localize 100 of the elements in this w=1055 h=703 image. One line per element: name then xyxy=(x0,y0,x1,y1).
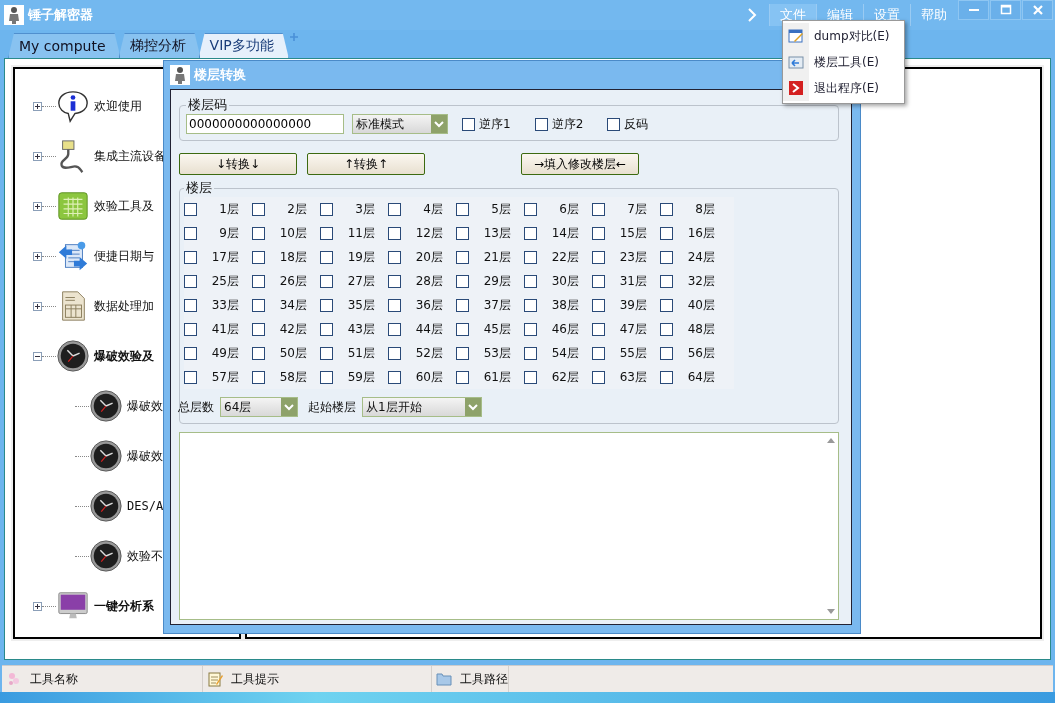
tab[interactable]: VIP多功能 xyxy=(198,33,289,58)
tree-item[interactable]: 爆破效 xyxy=(127,397,163,415)
checkbox[interactable] xyxy=(252,274,265,288)
checkbox[interactable] xyxy=(524,370,537,384)
checkbox[interactable] xyxy=(660,370,673,384)
checkbox[interactable] xyxy=(592,274,605,288)
checkbox[interactable] xyxy=(388,298,401,312)
checkbox[interactable] xyxy=(320,322,333,336)
checkbox[interactable] xyxy=(320,250,333,264)
checkbox[interactable] xyxy=(184,298,197,312)
tree-item[interactable]: DES/A xyxy=(127,499,164,513)
checkbox[interactable] xyxy=(592,226,605,240)
checkbox[interactable] xyxy=(524,250,537,264)
tab[interactable]: My compute xyxy=(8,33,121,58)
checkbox[interactable] xyxy=(660,298,673,312)
checkbox[interactable] xyxy=(184,226,197,240)
checkbox[interactable] xyxy=(524,322,537,336)
checkbox[interactable] xyxy=(388,322,401,336)
checkbox[interactable] xyxy=(456,322,469,336)
tree-item[interactable]: 数据处理加 xyxy=(94,297,154,315)
checkbox[interactable] xyxy=(184,346,197,360)
checkbox[interactable] xyxy=(456,202,469,216)
checkbox[interactable] xyxy=(456,274,469,288)
checkbox[interactable] xyxy=(252,250,265,264)
checkbox[interactable] xyxy=(184,202,197,216)
menu-entry[interactable]: 退出程序(E) xyxy=(783,75,904,101)
checkbox[interactable] xyxy=(388,370,401,384)
checkbox[interactable] xyxy=(252,226,265,240)
expand-toggle[interactable] xyxy=(33,601,42,611)
scroll-up-icon[interactable] xyxy=(827,437,835,443)
checkbox[interactable] xyxy=(592,298,605,312)
checkbox[interactable] xyxy=(456,346,469,360)
checkbox[interactable] xyxy=(388,346,401,360)
checkbox[interactable] xyxy=(320,346,333,360)
expand-toggle[interactable] xyxy=(33,101,42,111)
checkbox[interactable] xyxy=(660,250,673,264)
collapse-toggle[interactable] xyxy=(33,351,42,361)
checkbox[interactable] xyxy=(462,117,475,131)
tree-item[interactable]: 爆破效 xyxy=(127,447,163,465)
checkbox[interactable] xyxy=(388,226,401,240)
checkbox[interactable] xyxy=(660,274,673,288)
checkbox[interactable] xyxy=(252,346,265,360)
checkbox[interactable] xyxy=(592,202,605,216)
tree-item[interactable]: 效验工具及 xyxy=(94,197,154,215)
checkbox[interactable] xyxy=(456,250,469,264)
expand-toggle[interactable] xyxy=(33,301,42,311)
expand-toggle[interactable] xyxy=(33,201,42,211)
expand-toggle[interactable] xyxy=(33,251,42,261)
tree-item[interactable]: 爆破效验及 xyxy=(94,347,154,365)
total-floors-select[interactable]: 64层 xyxy=(220,397,298,417)
checkbox[interactable] xyxy=(184,370,197,384)
checkbox[interactable] xyxy=(592,250,605,264)
checkbox[interactable] xyxy=(184,250,197,264)
tree-item[interactable]: 欢迎使用 xyxy=(94,97,142,115)
checkbox[interactable] xyxy=(524,298,537,312)
checkbox[interactable] xyxy=(320,274,333,288)
checkbox[interactable] xyxy=(592,322,605,336)
tree-item[interactable]: 效验不 xyxy=(127,547,163,565)
checkbox[interactable] xyxy=(184,322,197,336)
scroll-down-icon[interactable] xyxy=(827,609,835,615)
checkbox[interactable] xyxy=(592,346,605,360)
checkbox[interactable] xyxy=(524,202,537,216)
menu-entry[interactable]: dump对比(E) xyxy=(783,23,904,49)
checkbox[interactable] xyxy=(184,274,197,288)
checkbox[interactable] xyxy=(660,322,673,336)
checkbox[interactable] xyxy=(592,370,605,384)
convert-button[interactable]: ↓转换↓ xyxy=(179,153,297,175)
checkbox[interactable] xyxy=(320,226,333,240)
checkbox[interactable] xyxy=(660,202,673,216)
checkbox[interactable] xyxy=(320,298,333,312)
convert-button[interactable]: ↑转换↑ xyxy=(307,153,425,175)
checkbox[interactable] xyxy=(534,117,548,131)
checkbox[interactable] xyxy=(252,298,265,312)
checkbox[interactable] xyxy=(524,274,537,288)
checkbox[interactable] xyxy=(524,226,537,240)
checkbox[interactable] xyxy=(607,117,621,131)
start-floor-select[interactable]: 从1层开始 xyxy=(362,397,482,417)
checkbox[interactable] xyxy=(388,250,401,264)
checkbox[interactable] xyxy=(456,370,469,384)
tab[interactable]: 梯控分析 xyxy=(118,33,201,58)
checkbox[interactable] xyxy=(252,370,265,384)
menu-entry[interactable]: 楼层工具(E) xyxy=(783,49,904,75)
mode-select[interactable]: 标准模式 xyxy=(352,114,448,134)
checkbox[interactable] xyxy=(456,298,469,312)
code-input[interactable]: 0000000000000000 xyxy=(186,114,344,134)
tree-item[interactable]: 一键分析系 xyxy=(94,597,154,615)
floor-label: 41层 xyxy=(210,320,239,338)
checkbox[interactable] xyxy=(252,202,265,216)
checkbox[interactable] xyxy=(388,202,401,216)
checkbox[interactable] xyxy=(252,322,265,336)
checkbox[interactable] xyxy=(660,226,673,240)
checkbox[interactable] xyxy=(660,346,673,360)
convert-button[interactable]: →填入修改楼层← xyxy=(521,153,639,175)
checkbox[interactable] xyxy=(388,274,401,288)
checkbox[interactable] xyxy=(320,202,333,216)
checkbox[interactable] xyxy=(320,370,333,384)
checkbox[interactable] xyxy=(456,226,469,240)
expand-toggle[interactable] xyxy=(33,151,42,161)
checkbox[interactable] xyxy=(524,346,537,360)
tree-item[interactable]: 便捷日期与 xyxy=(94,247,154,265)
